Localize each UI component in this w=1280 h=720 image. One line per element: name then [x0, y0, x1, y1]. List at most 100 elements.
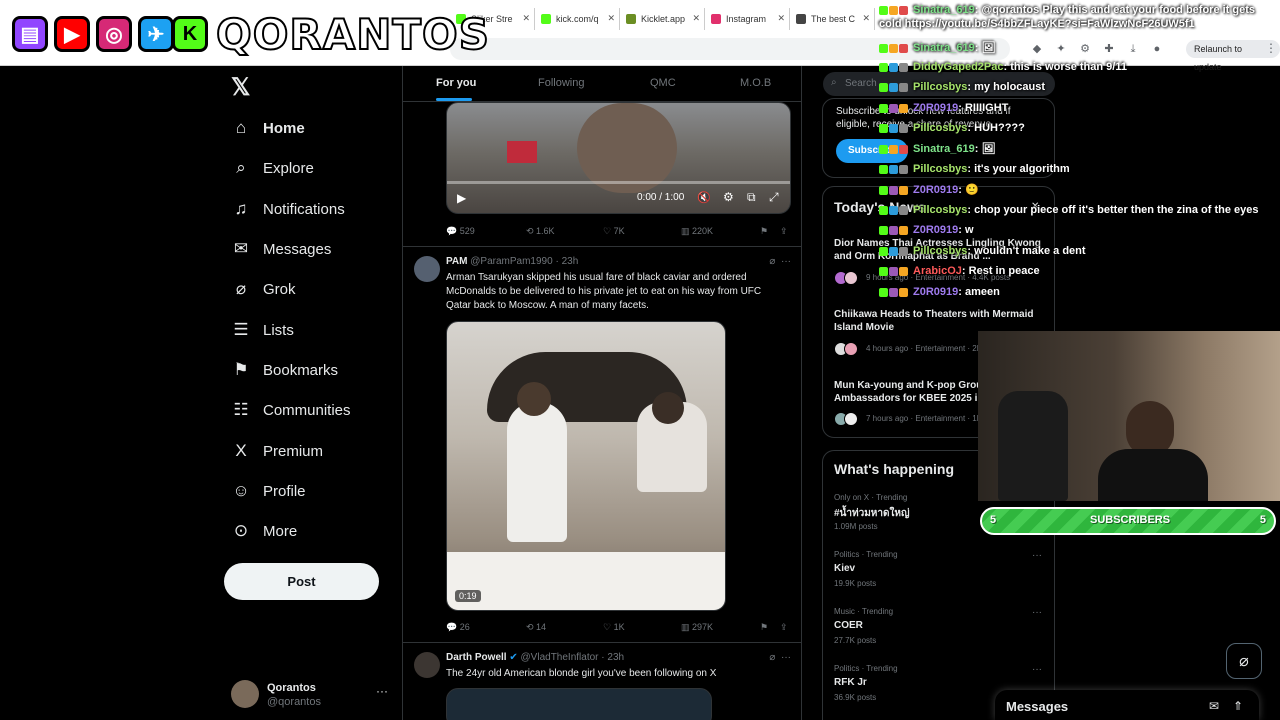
x-logo-icon[interactable]: 𝕏 [231, 73, 250, 102]
browser-menu-icon[interactable]: ⋮ [1265, 41, 1277, 55]
tab-mob[interactable]: M.O.B [740, 77, 771, 89]
close-icon[interactable]: ✕ [522, 13, 530, 24]
repost-button[interactable]: ⟲ 1.6K [526, 226, 555, 237]
tab-label: The best C [811, 14, 856, 24]
account-switcher[interactable]: Qorantos @qorantos ··· [231, 680, 391, 710]
tweet-actions: 💬 26 ⟲ 14 ♡ 1K ▥ 297K ⚑ ⇪ [446, 620, 796, 636]
sidebar-item-more[interactable]: ⊙ More [230, 519, 297, 543]
chat-username: DiddyGaped2Pac [913, 61, 1004, 73]
video-player[interactable]: 0:19 [446, 321, 726, 611]
like-button[interactable]: ♡ 1K [603, 622, 625, 633]
share-icon[interactable]: ⇪ [780, 622, 788, 633]
chat-username: Sinatra_619 [913, 143, 975, 155]
grok-icon[interactable]: ⌀ ··· [769, 652, 791, 663]
expand-icon[interactable]: ⇑ [1233, 699, 1243, 713]
more-dots-icon[interactable]: ··· [1032, 664, 1042, 675]
views-button[interactable]: ▥ 297K [681, 622, 713, 633]
more-dots-icon[interactable]: ··· [1032, 550, 1042, 561]
grok-icon[interactable]: ⌀ ··· [769, 256, 791, 267]
reply-button[interactable]: 💬 26 [446, 622, 470, 633]
browser-tab[interactable]: Instagram ✕ [705, 8, 790, 30]
sidebar-item-lists[interactable]: ☰ Lists [230, 318, 293, 342]
trend-name[interactable]: Kiev [834, 563, 855, 574]
stream-banner: ▤ ▶ ◎ ✈ K QORANTOS [4, 4, 490, 64]
sidebar-item-label: Premium [263, 442, 324, 460]
chat-text: : Rest in peace [961, 265, 1040, 277]
views-button[interactable]: ▥ 220K [681, 226, 713, 237]
more-dots-icon[interactable]: ··· [376, 684, 388, 698]
gaming-chair [998, 391, 1068, 501]
video-frame-head [517, 382, 551, 416]
sidebar-item-explore[interactable]: ⌕ Explore [230, 156, 314, 180]
download-icon[interactable]: ⤓ [1126, 42, 1140, 56]
grok-icon: ⌀ [1239, 653, 1249, 670]
tweet-media[interactable] [446, 688, 712, 720]
fullscreen-icon[interactable]: ⤢ [769, 190, 779, 205]
grok-float-button[interactable]: ⌀ [1226, 643, 1262, 679]
extension-icon[interactable]: ⚙ [1078, 42, 1092, 56]
bookmark-icon[interactable]: ⚑ [760, 622, 768, 633]
chat-text: : ameen [958, 286, 1000, 298]
more-icon: ⊙ [233, 521, 249, 540]
browser-tab[interactable]: The best C ✕ [790, 8, 875, 30]
author-handle[interactable]: @VladTheInflator · 23h [521, 652, 625, 663]
view-count: 220K [692, 226, 714, 236]
author-name[interactable]: Darth Powell [446, 652, 507, 663]
sidebar-item-grok[interactable]: ⌀ Grok [230, 277, 296, 301]
subscriber-goal-bar: 5 SUBSCRIBERS 5 [980, 507, 1276, 535]
chat-badges-icon [879, 102, 909, 114]
close-icon[interactable]: ✕ [692, 13, 700, 24]
reply-button[interactable]: 💬 529 [446, 226, 475, 237]
repost-button[interactable]: ⟲ 14 [526, 622, 546, 633]
sidebar-item-communities[interactable]: ☷ Communities [230, 398, 350, 422]
trend-name[interactable]: RFK Jr [834, 677, 867, 688]
trend-name[interactable]: COER [834, 620, 863, 631]
settings-icon[interactable]: ⚙ [723, 190, 734, 204]
kick-icon: K [172, 16, 208, 52]
post-button[interactable]: Post [224, 563, 379, 600]
messages-drawer[interactable]: Messages ✉ ⇑ [995, 690, 1259, 720]
sidebar-item-messages[interactable]: ✉ Messages [230, 237, 332, 261]
avatar[interactable] [414, 256, 440, 282]
chat-username: Z0R0919 [913, 286, 959, 298]
sidebar-item-bookmarks[interactable]: ⚑ Bookmarks [230, 358, 338, 382]
browser-tab[interactable]: Kicklet.app ✕ [620, 8, 705, 30]
chat-message: Pillcosbys: chop your piece off it's bet… [879, 204, 1259, 216]
pip-icon[interactable]: ⧉ [747, 190, 756, 205]
sidebar-item-notifications[interactable]: ♫ Notifications [230, 197, 345, 221]
tab-for-you[interactable]: For you [436, 77, 476, 89]
close-icon[interactable]: ✕ [777, 13, 785, 24]
avatar[interactable] [414, 652, 440, 678]
tab-following[interactable]: Following [538, 77, 584, 89]
author-handle[interactable]: @ParamPam1990 · 23h [470, 256, 578, 267]
extension-icon[interactable]: ✦ [1054, 42, 1068, 56]
video-progress-bar[interactable] [447, 181, 790, 184]
chat-text: : HUH???? [967, 122, 1025, 134]
sidebar-item-home[interactable]: ⌂ Home [230, 116, 305, 140]
tab-favicon-icon [626, 14, 636, 24]
author-name[interactable]: PAM [446, 256, 467, 267]
new-message-icon[interactable]: ✉ [1209, 699, 1219, 713]
trend-name[interactable]: #น้ำท่วมหาดใหญ่ [834, 506, 910, 521]
video-player[interactable]: ▶ 0:00 / 1:00 🔇 ⚙ ⧉ ⤢ [446, 102, 791, 214]
view-count: 297K [692, 622, 714, 632]
like-button[interactable]: ♡ 7K [603, 226, 625, 237]
browser-tab[interactable]: kick.com/q ✕ [535, 8, 620, 30]
extension-icon[interactable]: ◆ [1030, 42, 1044, 56]
trend-count: 19.9K posts [834, 579, 877, 588]
puzzle-icon[interactable]: ✚ [1102, 42, 1116, 56]
sidebar-item-profile[interactable]: ☺ Profile [230, 479, 305, 503]
sidebar-item-premium[interactable]: X Premium [230, 439, 323, 463]
tab-label: Kicklet.app [641, 14, 686, 24]
chat-message: ArabicOJ: Rest in peace [879, 265, 1040, 277]
avatar-icon[interactable]: ● [1150, 42, 1164, 56]
close-icon[interactable]: ✕ [607, 13, 615, 24]
play-icon[interactable]: ▶ [457, 191, 466, 205]
more-dots-icon[interactable]: ··· [1032, 607, 1042, 618]
close-icon[interactable]: ✕ [862, 13, 870, 24]
mute-icon[interactable]: 🔇 [697, 191, 711, 204]
tab-qmc[interactable]: QMC [650, 77, 676, 89]
share-icon[interactable]: ⇪ [780, 226, 788, 237]
bookmarks-icon: ⚑ [233, 360, 249, 379]
bookmark-icon[interactable]: ⚑ [760, 226, 768, 237]
